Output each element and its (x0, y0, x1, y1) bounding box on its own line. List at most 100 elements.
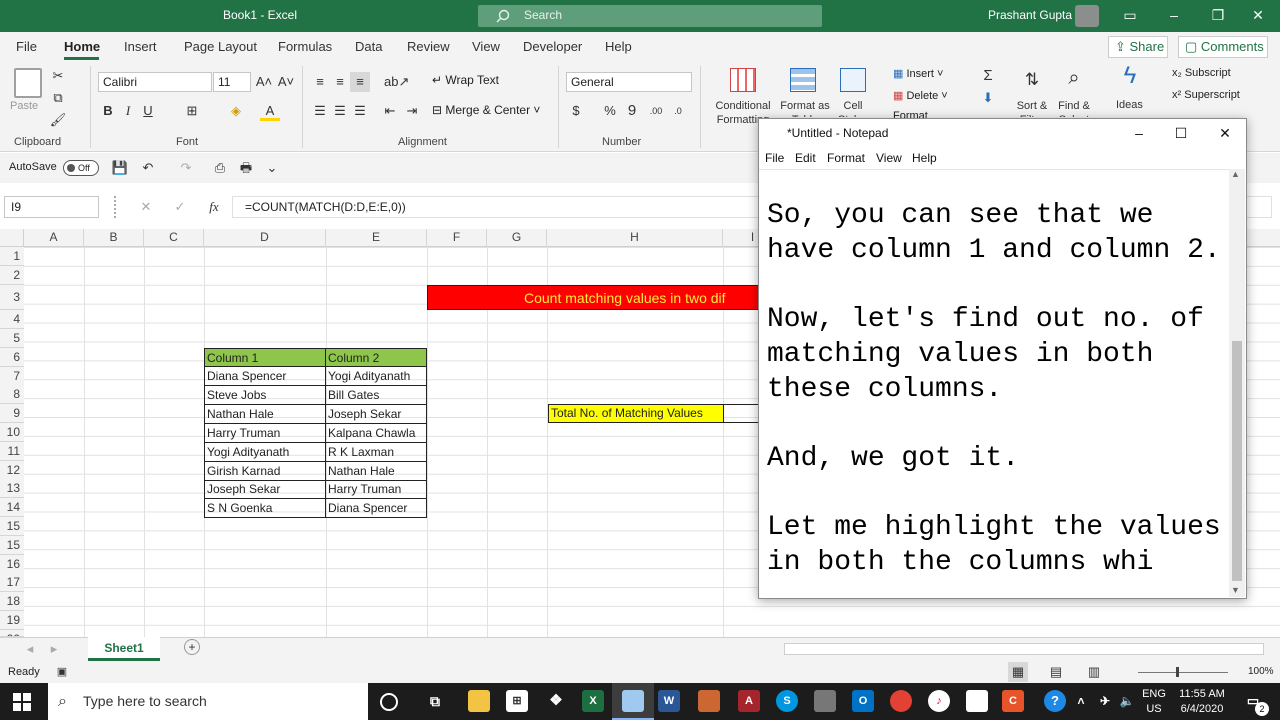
table-cell-col1[interactable]: Nathan Hale (204, 405, 326, 424)
table-cell-col1[interactable]: Girish Karnad (204, 462, 326, 481)
conditional-formatting-icon[interactable] (730, 68, 756, 92)
align-right-icon[interactable]: ☰ (350, 101, 370, 121)
table-cell-col1[interactable]: Diana Spencer (204, 367, 326, 386)
comments-button[interactable]: ▢ Comments (1178, 36, 1268, 58)
format-as-table-icon[interactable] (790, 68, 816, 92)
file-explorer-icon[interactable] (468, 690, 490, 712)
sort-filter-label[interactable]: Sort & Filter (1012, 99, 1052, 117)
row-header[interactable]: 5 (0, 329, 24, 348)
row-header[interactable]: 13 (0, 479, 24, 498)
align-left-icon[interactable]: ☰ (310, 101, 330, 121)
table-cell-col1[interactable]: S N Goenka (204, 499, 326, 518)
share-button[interactable]: ⇪ Share (1108, 36, 1168, 58)
tab-view[interactable]: View (472, 39, 500, 54)
increase-indent-icon[interactable]: ⇥ (402, 101, 422, 121)
name-box[interactable]: I9 (4, 196, 99, 218)
font-name-select[interactable]: Calibri (98, 72, 212, 92)
row-header[interactable]: 3 (0, 285, 24, 310)
store-icon[interactable]: ⊞ (506, 690, 528, 712)
network-app-taskbar-icon[interactable] (814, 690, 836, 712)
autosave-toggle[interactable]: Off (63, 160, 99, 176)
enter-formula-icon[interactable]: ✓ (170, 197, 190, 217)
notepad-minimize-icon[interactable]: – (1117, 119, 1161, 147)
document-taskbar-icon[interactable] (966, 690, 988, 712)
row-header[interactable]: 15 (0, 536, 24, 555)
column-header-b[interactable]: B (84, 229, 144, 247)
task-view-icon[interactable]: ⧉ (424, 690, 446, 712)
underline-icon[interactable]: U (138, 101, 158, 121)
table-cell-col1[interactable]: Yogi Adityanath (204, 443, 326, 462)
total-matching-label[interactable]: Total No. of Matching Values (548, 404, 724, 423)
decrease-font-icon[interactable]: A˅ (276, 72, 296, 92)
align-middle-icon[interactable]: ≡ (330, 72, 350, 92)
cell-styles-icon[interactable] (840, 68, 866, 92)
row-header[interactable]: 2 (0, 266, 24, 285)
row-header[interactable]: 7 (0, 367, 24, 386)
superscript-button[interactable]: x² Superscript (1172, 89, 1240, 101)
tab-file[interactable]: File (16, 39, 37, 54)
table-cell-col2[interactable]: Diana Spencer (326, 499, 427, 518)
row-header[interactable]: 9 (0, 404, 24, 423)
table-cell-col2[interactable]: R K Laxman (326, 443, 427, 462)
insert-function-icon[interactable]: fx (204, 197, 224, 217)
normal-view-icon[interactable]: ▦ (1008, 662, 1028, 682)
table-cell-col1[interactable]: Steve Jobs (204, 386, 326, 405)
excel-taskbar-icon[interactable]: X (582, 690, 604, 712)
avatar[interactable] (1075, 5, 1099, 27)
minimize-icon[interactable]: – (1152, 0, 1196, 32)
table-cell-col2[interactable]: Bill Gates (326, 386, 427, 405)
increase-font-icon[interactable]: A˄ (254, 72, 274, 92)
column-header-c[interactable]: C (144, 229, 204, 247)
font-size-select[interactable]: 11 (213, 72, 251, 92)
cell-styles-label[interactable]: Cell Styles (836, 99, 870, 117)
show-hidden-icons-icon[interactable]: ˄ (1070, 690, 1092, 712)
tab-help[interactable]: Help (605, 39, 632, 54)
zoom-level[interactable]: 100% (1248, 666, 1274, 677)
row-header[interactable]: 16 (0, 555, 24, 574)
decrease-decimal-icon[interactable]: .0 (668, 101, 688, 121)
sort-filter-icon[interactable]: ⇅ (1022, 70, 1042, 90)
page-break-view-icon[interactable]: ▥ (1084, 662, 1104, 682)
notepad-menu-view[interactable]: View (876, 151, 902, 165)
row-header[interactable]: 15 (0, 517, 24, 536)
row-header[interactable]: 14 (0, 498, 24, 517)
notepad-scrollbar-thumb[interactable] (1232, 341, 1242, 581)
table-cell-col2[interactable]: Nathan Hale (326, 462, 427, 481)
page-layout-view-icon[interactable]: ▤ (1046, 662, 1066, 682)
table-cell-col2[interactable]: Yogi Adityanath (326, 367, 427, 386)
notepad-close-icon[interactable]: ✕ (1203, 119, 1247, 147)
fill-icon[interactable]: ⬇ (978, 88, 998, 108)
number-format-select[interactable]: General (566, 72, 692, 92)
row-header[interactable]: 17 (0, 573, 24, 592)
taskbar-search-box[interactable]: ⌕ Type here to search (48, 683, 368, 720)
tab-data[interactable]: Data (355, 39, 382, 54)
scroll-sheets-right-icon[interactable]: ▸ (44, 639, 64, 659)
itunes-taskbar-icon[interactable]: ♪ (928, 690, 950, 712)
find-select-icon[interactable]: ⌕ (1064, 68, 1084, 88)
tab-formulas[interactable]: Formulas (278, 39, 332, 54)
orientation-icon[interactable]: ab↗ (384, 72, 409, 92)
access-taskbar-icon[interactable]: A (738, 690, 760, 712)
windows-start-icon[interactable] (13, 693, 31, 711)
table-cell-col2[interactable]: Kalpana Chawla (326, 424, 427, 443)
currency-icon[interactable]: $ (566, 101, 586, 121)
ideas-icon[interactable]: ϟ (1120, 64, 1140, 88)
merge-center-button[interactable]: ⊟ Merge & Center ˅ (432, 103, 540, 117)
close-icon[interactable]: ✕ (1236, 0, 1280, 32)
delete-cells-button[interactable]: ▦ Delete ˅ (893, 89, 948, 102)
column-header-d[interactable]: D (204, 229, 326, 247)
row-header[interactable]: 8 (0, 385, 24, 404)
restore-icon[interactable]: ❐ (1196, 0, 1240, 32)
align-top-icon[interactable]: ≡ (310, 72, 330, 92)
tab-insert[interactable]: Insert (124, 39, 157, 54)
row-header[interactable]: 1 (0, 247, 24, 266)
fill-color-icon[interactable]: ◈ (226, 101, 246, 121)
help-icon[interactable]: ? (1044, 690, 1066, 712)
customize-qat-icon[interactable]: ⌄ (262, 158, 282, 178)
bold-icon[interactable]: B (98, 101, 118, 121)
column-header-h[interactable]: H (547, 229, 723, 247)
taskbar-clock[interactable]: 11:55 AM 6/4/2020 (1168, 687, 1236, 717)
notepad-text-area[interactable]: So, you can see that we have column 1 an… (767, 199, 1227, 581)
cortana-icon[interactable] (380, 693, 398, 711)
title-banner[interactable]: Count matching values in two dif (427, 285, 760, 310)
